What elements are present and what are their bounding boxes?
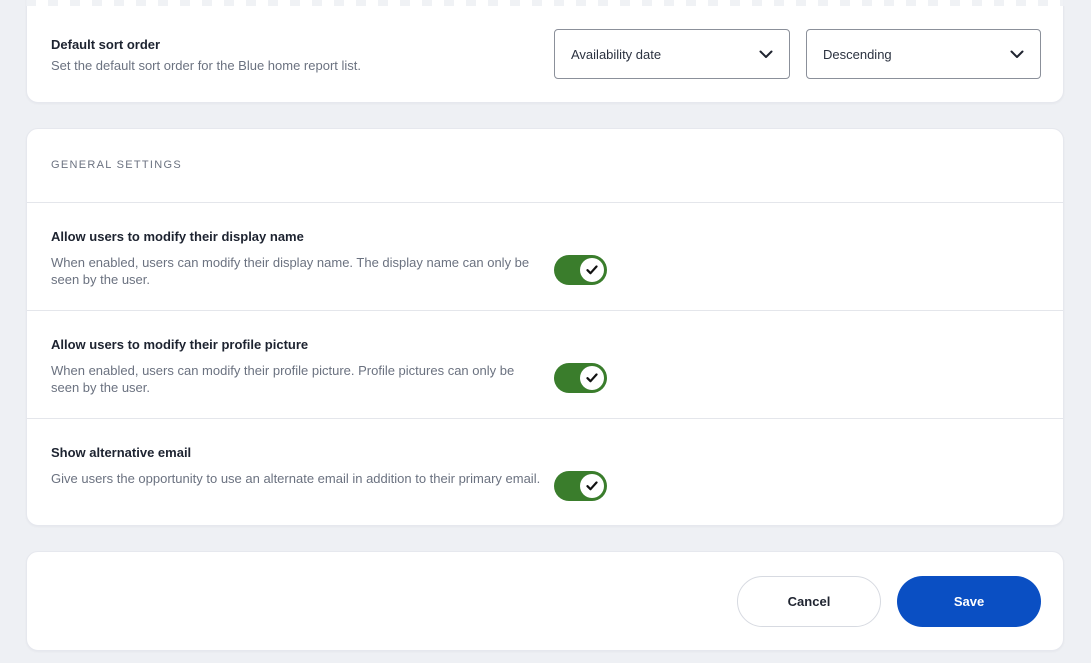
setting-title: Show alternative email [51,445,192,460]
sort-direction-value: Descending [823,46,892,62]
profile-picture-toggle[interactable] [554,363,607,393]
torn-edge-divider [26,0,1091,6]
divider [27,418,1063,419]
setting-description: When enabled, users can modify their pro… [51,363,515,395]
setting-profile-picture: Allow users to modify their profile pict… [51,337,541,396]
setting-alternative-email: Show alternative email Give users the op… [51,445,541,487]
save-button[interactable]: Save [897,576,1041,627]
check-icon [580,474,604,498]
sort-order-description: Set the default sort order for the Blue … [51,58,361,73]
sort-order-title: Default sort order [51,37,161,52]
display-name-toggle[interactable] [554,255,607,285]
alternative-email-toggle[interactable] [554,471,607,501]
chevron-down-icon [759,47,773,61]
cancel-button[interactable]: Cancel [737,576,881,627]
general-settings-card: GENERAL SETTINGS Allow users to modify t… [26,128,1064,526]
section-heading: GENERAL SETTINGS [51,159,183,171]
chevron-down-icon [1010,47,1024,61]
setting-title: Allow users to modify their display name [51,229,304,244]
actions-card: Cancel Save [26,551,1064,651]
sort-direction-select[interactable]: Descending [806,29,1041,79]
setting-title: Allow users to modify their profile pict… [51,337,309,352]
divider [27,310,1063,311]
setting-description: Give users the opportunity to use an alt… [51,471,541,486]
sort-order-card: Default sort order Set the default sort … [26,0,1064,103]
sort-order-text: Default sort order Set the default sort … [51,37,361,74]
check-icon [580,366,604,390]
check-icon [580,258,604,282]
divider [27,202,1063,203]
setting-description: When enabled, users can modify their dis… [51,255,530,287]
sort-field-value: Availability date [571,46,662,62]
sort-field-select[interactable]: Availability date [554,29,790,79]
setting-display-name: Allow users to modify their display name… [51,229,541,288]
